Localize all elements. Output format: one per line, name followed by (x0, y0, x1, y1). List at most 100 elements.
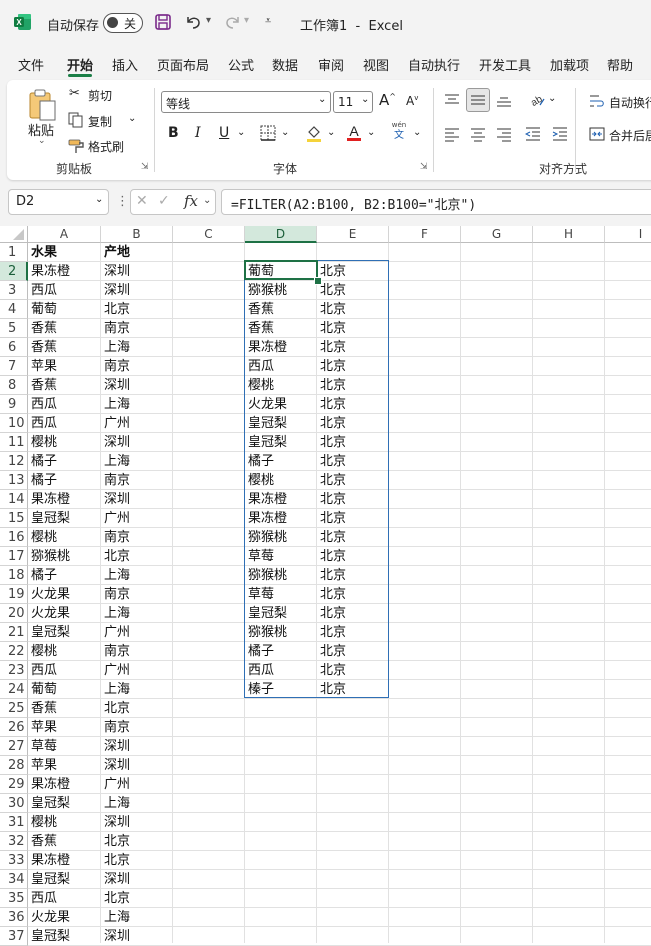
row-header-24[interactable]: 24 (0, 680, 28, 699)
cell-fruit[interactable]: 火龙果 (28, 604, 101, 623)
row-header-21[interactable]: 21 (0, 623, 28, 642)
wrap-text-icon[interactable] (589, 93, 605, 109)
cell-fruit[interactable]: 草莓 (28, 737, 101, 756)
cell-fruit[interactable]: 西瓜 (28, 281, 101, 300)
cell-origin[interactable]: 深圳 (101, 870, 173, 889)
cell-origin[interactable]: 南京 (101, 528, 173, 547)
cell-origin[interactable]: 南京 (101, 357, 173, 376)
cell-fruit[interactable]: 苹果 (28, 357, 101, 376)
undo-dropdown-icon[interactable]: ▾ (206, 15, 211, 26)
more-options-icon[interactable]: ⋮ (116, 194, 129, 209)
orientation-icon[interactable]: ab (528, 91, 546, 107)
copy-icon[interactable] (68, 112, 84, 128)
paste-dropdown-icon[interactable]: ⌄ (38, 136, 46, 146)
cell-fruit[interactable]: 香蕉 (28, 319, 101, 338)
fill-color-dropdown-icon[interactable]: ⌄ (327, 127, 335, 138)
borders-icon[interactable] (260, 125, 276, 141)
cell-origin[interactable]: 深圳 (101, 927, 173, 946)
row-header-25[interactable]: 25 (0, 699, 28, 718)
underline-icon[interactable]: U (219, 125, 229, 141)
cell-fruit[interactable]: 火龙果 (28, 908, 101, 927)
column-header-c[interactable]: C (173, 226, 245, 243)
tab-addins[interactable]: 加载项 (550, 55, 589, 74)
cell-origin[interactable]: 北京 (101, 699, 173, 718)
row-header-23[interactable]: 23 (0, 661, 28, 680)
font-color-icon[interactable]: A (346, 123, 362, 142)
cell-fruit[interactable]: 皇冠梨 (28, 623, 101, 642)
cell-fruit[interactable]: 猕猴桃 (28, 547, 101, 566)
cell-fruit[interactable]: 香蕉 (28, 376, 101, 395)
cell-fruit[interactable]: 樱桃 (28, 813, 101, 832)
row-header-31[interactable]: 31 (0, 813, 28, 832)
row-header-12[interactable]: 12 (0, 452, 28, 471)
font-launcher-icon[interactable]: ⇲ (420, 162, 428, 172)
row-header-16[interactable]: 16 (0, 528, 28, 547)
cell-fruit[interactable]: 苹果 (28, 718, 101, 737)
tab-developer[interactable]: 开发工具 (479, 55, 531, 74)
row-header-5[interactable]: 5 (0, 319, 28, 338)
row-header-4[interactable]: 4 (0, 300, 28, 319)
chevron-down-icon[interactable]: ⌄ (203, 195, 211, 206)
cancel-icon[interactable]: ✕ (136, 193, 148, 209)
customize-qat-icon[interactable]: ⩡ (265, 14, 271, 28)
borders-dropdown-icon[interactable]: ⌄ (281, 127, 289, 138)
row-header-30[interactable]: 30 (0, 794, 28, 813)
align-bottom-icon[interactable] (496, 92, 512, 108)
phonetic-guide-icon[interactable]: wén 文 (388, 121, 410, 142)
column-header-a[interactable]: A (28, 226, 101, 243)
row-header-36[interactable]: 36 (0, 908, 28, 927)
cell-origin[interactable]: 深圳 (101, 813, 173, 832)
cell-origin[interactable]: 北京 (101, 889, 173, 908)
row-header-32[interactable]: 32 (0, 832, 28, 851)
cell-fruit[interactable]: 火龙果 (28, 585, 101, 604)
align-right-icon[interactable] (496, 126, 512, 142)
cell-fruit[interactable]: 西瓜 (28, 661, 101, 680)
cell-origin[interactable]: 北京 (101, 300, 173, 319)
tab-data[interactable]: 数据 (272, 55, 298, 74)
column-header-d[interactable]: D (245, 226, 317, 243)
cell-origin[interactable]: 深圳 (101, 281, 173, 300)
row-header-19[interactable]: 19 (0, 585, 28, 604)
row-header-9[interactable]: 9 (0, 395, 28, 414)
name-box[interactable]: D2 ⌄ (8, 189, 109, 215)
cell-origin[interactable]: 北京 (101, 547, 173, 566)
cell-fruit[interactable]: 西瓜 (28, 395, 101, 414)
row-header-29[interactable]: 29 (0, 775, 28, 794)
cell-fruit[interactable]: 樱桃 (28, 642, 101, 661)
increase-indent-icon[interactable] (552, 126, 568, 142)
cell-fruit[interactable]: 果冻橙 (28, 262, 101, 281)
orientation-dropdown-icon[interactable]: ⌄ (548, 93, 556, 104)
align-middle-button[interactable] (466, 88, 490, 112)
row-header-13[interactable]: 13 (0, 471, 28, 490)
row-header-27[interactable]: 27 (0, 737, 28, 756)
cell-origin[interactable]: 上海 (101, 794, 173, 813)
row-header-22[interactable]: 22 (0, 642, 28, 661)
active-cell-cursor[interactable] (244, 260, 318, 280)
tab-view[interactable]: 视图 (363, 55, 389, 74)
italic-icon[interactable]: I (195, 125, 201, 141)
cell-origin[interactable]: 北京 (101, 851, 173, 870)
cut-icon[interactable]: ✂ (69, 86, 80, 101)
underline-dropdown-icon[interactable]: ⌄ (237, 127, 245, 138)
column-header-i[interactable]: I (605, 226, 651, 243)
insert-function-icon[interactable]: fx (184, 192, 198, 210)
cell-origin[interactable]: 深圳 (101, 433, 173, 452)
cell-origin[interactable]: 广州 (101, 775, 173, 794)
autosave-toggle[interactable]: 关 (103, 13, 143, 33)
cell-fruit[interactable]: 皇冠梨 (28, 794, 101, 813)
column-header-h[interactable]: H (533, 226, 605, 243)
cell-fruit[interactable]: 橘子 (28, 566, 101, 585)
row-header-34[interactable]: 34 (0, 870, 28, 889)
cell-fruit[interactable]: 皇冠梨 (28, 870, 101, 889)
cell-fruit[interactable]: 果冻橙 (28, 490, 101, 509)
phonetic-dropdown-icon[interactable]: ⌄ (413, 127, 421, 138)
cell-fruit[interactable]: 西瓜 (28, 889, 101, 908)
copy-dropdown-icon[interactable]: ⌄ (128, 113, 136, 124)
row-header-37[interactable]: 37 (0, 927, 28, 946)
row-header-14[interactable]: 14 (0, 490, 28, 509)
cell-origin[interactable]: 上海 (101, 566, 173, 585)
tab-automate[interactable]: 自动执行 (408, 55, 460, 74)
merge-center-icon[interactable] (589, 126, 605, 142)
cell-origin[interactable]: 广州 (101, 623, 173, 642)
redo-icon[interactable] (222, 13, 242, 31)
